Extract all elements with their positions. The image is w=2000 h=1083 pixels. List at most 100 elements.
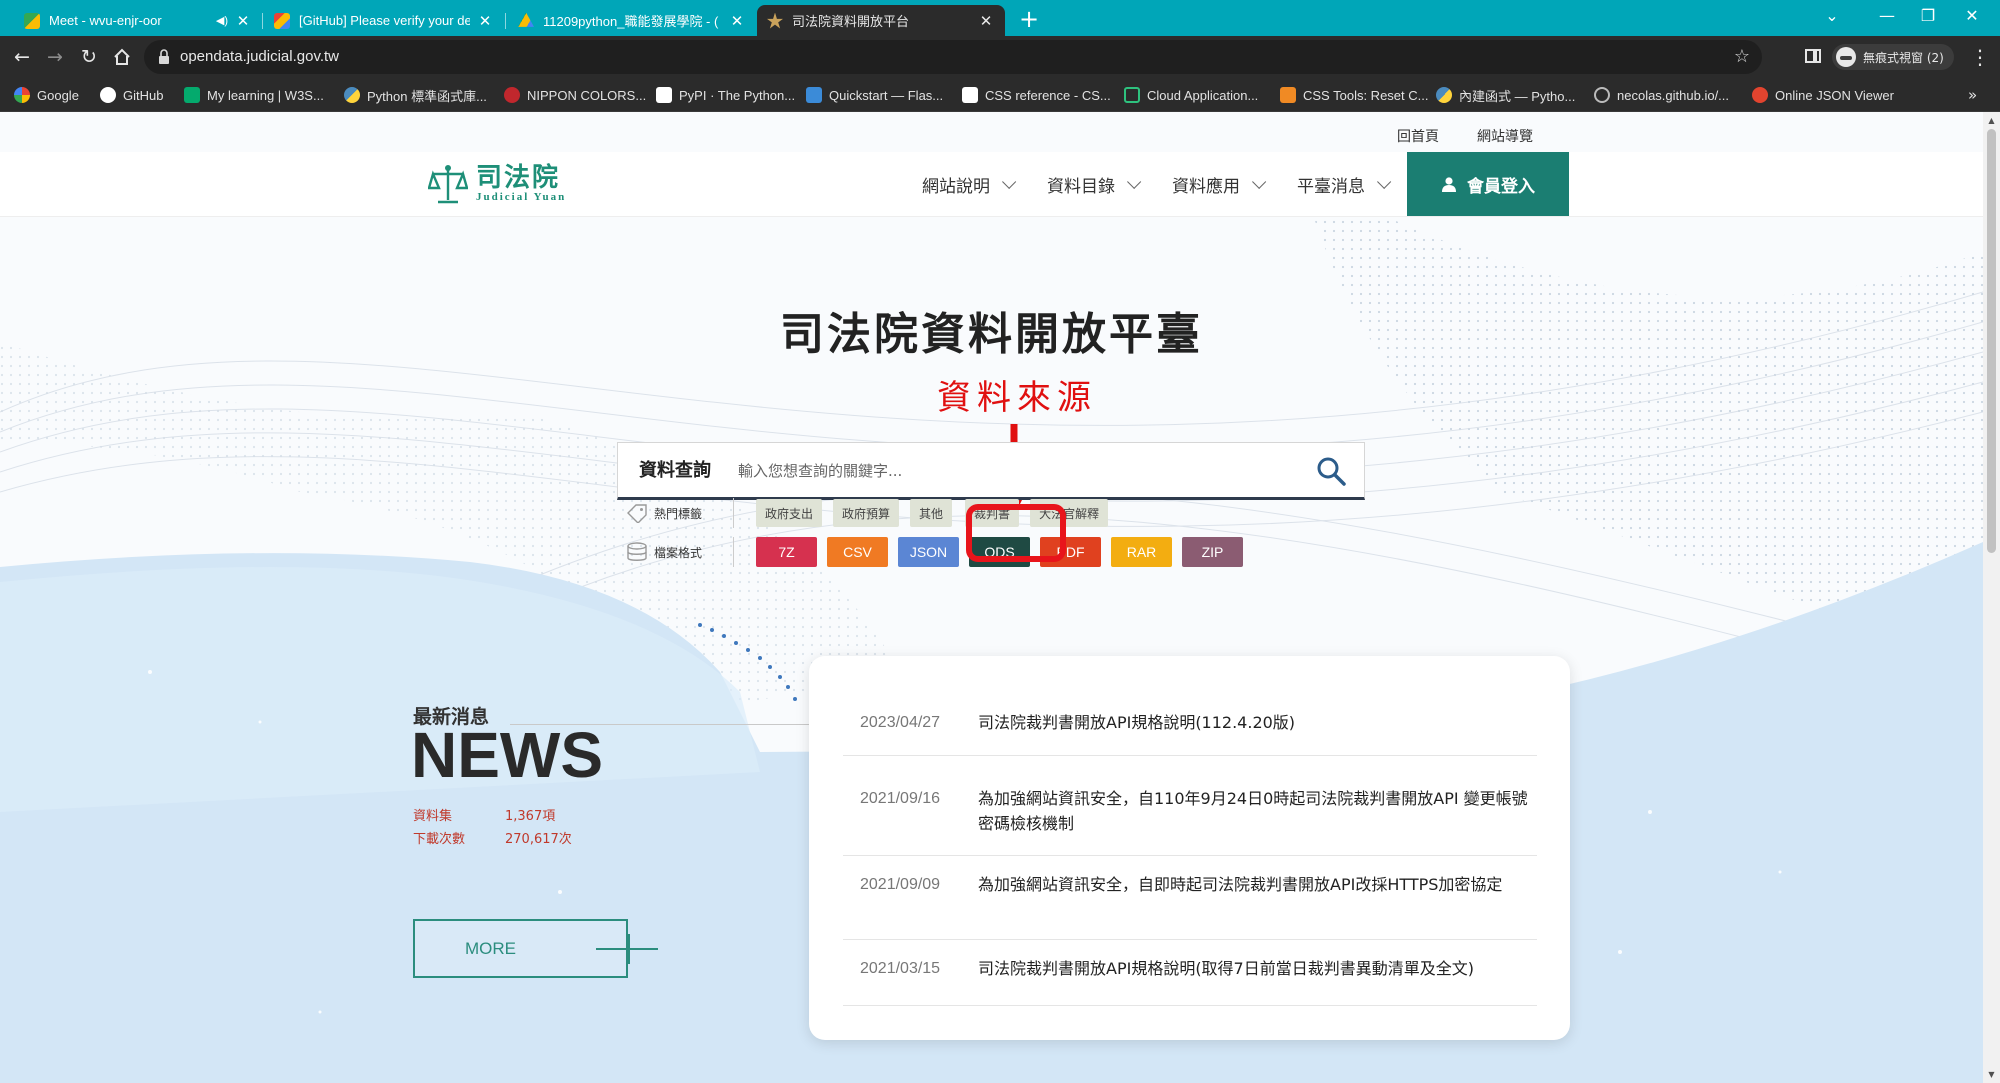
nav-site-info[interactable]: 網站說明 [922, 172, 1017, 197]
format-zip[interactable]: ZIP [1182, 537, 1243, 567]
browser-tab-python[interactable]: 11209python_職能發展學院 - ( ✕ [508, 5, 756, 36]
chevron-down-icon [1127, 174, 1142, 189]
bookmark-css-tools[interactable]: CSS Tools: Reset C... [1280, 78, 1428, 112]
home-icon[interactable] [108, 43, 136, 71]
bookmark-label: CSS Tools: Reset C... [1303, 87, 1429, 103]
scroll-up-icon[interactable]: ▲ [1983, 112, 2000, 129]
news-title[interactable]: 司法院裁判書開放API規格說明(112.4.20版) [978, 710, 1295, 735]
close-window-button[interactable]: ✕ [1957, 2, 1987, 30]
home-link[interactable]: 回首頁 [1397, 126, 1439, 146]
tab-search-icon[interactable]: ⌄ [1817, 2, 1847, 30]
css-tools-icon [1280, 87, 1296, 103]
tab-title: [GitHub] Please verify your de [299, 13, 470, 28]
news-list-card: 2023/04/27 司法院裁判書開放API規格說明(112.4.20版) 20… [809, 656, 1570, 1040]
bookmarks-overflow-icon[interactable]: » [1968, 78, 1977, 112]
close-tab-icon[interactable]: ✕ [234, 12, 252, 30]
sitemap-link[interactable]: 網站導覽 [1477, 126, 1533, 146]
member-login-button[interactable]: 會員登入 [1407, 152, 1569, 216]
news-title[interactable]: 為加強網站資訊安全，自即時起司法院裁判書開放API改採HTTPS加密協定 [978, 872, 1502, 939]
news-item[interactable]: 2023/04/27 司法院裁判書開放API規格說明(112.4.20版) [843, 690, 1537, 756]
bookmark-star-icon[interactable]: ☆ [1734, 40, 1750, 74]
search-input[interactable] [738, 455, 1258, 487]
restore-button[interactable]: ❐ [1913, 2, 1943, 30]
scroll-down-icon[interactable]: ▼ [1983, 1066, 2000, 1083]
news-item[interactable]: 2021/09/16 為加強網站資訊安全，自110年9月24日0時起司法院裁判書… [843, 772, 1537, 856]
bookmark-necolas[interactable]: necolas.github.io/... [1594, 78, 1729, 112]
page-viewport: 回首頁 網站導覽 司法院 Judicial Yuan 網站說明 資料目錄 資料應… [0, 112, 1983, 1083]
bookmark-google[interactable]: Google [14, 78, 79, 112]
close-tab-icon[interactable]: ✕ [728, 12, 746, 30]
news-item[interactable]: 2021/09/09 為加強網站資訊安全，自即時起司法院裁判書開放API改採HT… [843, 856, 1537, 940]
close-tab-icon[interactable]: ✕ [977, 12, 995, 30]
close-tab-icon[interactable]: ✕ [476, 12, 494, 30]
side-panel-icon[interactable] [1805, 49, 1821, 63]
browser-menu-icon[interactable]: ⋮ [1970, 44, 1990, 70]
tab-divider [505, 13, 506, 29]
chevron-down-icon [1252, 174, 1267, 189]
browser-tab-judicial[interactable]: 司法院資料開放平台 ✕ [757, 5, 1005, 36]
news-title[interactable]: 為加強網站資訊安全，自110年9月24日0時起司法院裁判書開放API 變更帳號密… [978, 786, 1537, 855]
back-arrow-icon[interactable]: ← [8, 43, 36, 71]
format-json[interactable]: JSON [898, 537, 959, 567]
format-csv[interactable]: CSV [827, 537, 888, 567]
login-label: 會員登入 [1467, 176, 1535, 197]
browser-tab-strip: Meet - wvu-enjr-oor ◀) ✕ [GitHub] Please… [0, 0, 2000, 36]
reload-icon[interactable]: ↻ [75, 43, 103, 71]
main-navigation: 網站說明 資料目錄 資料應用 平臺消息 [922, 152, 1422, 216]
new-tab-button[interactable]: + [1016, 7, 1042, 33]
bookmark-github[interactable]: GitHub [100, 78, 163, 112]
annotation-label: 資料來源 [937, 378, 1097, 418]
json-viewer-icon [1752, 87, 1768, 103]
bookmark-pypi[interactable]: PyPI · The Python... [656, 78, 795, 112]
chevron-down-icon [1002, 174, 1017, 189]
format-rar[interactable]: RAR [1111, 537, 1172, 567]
python-icon [1436, 87, 1452, 103]
nav-data-apps[interactable]: 資料應用 [1172, 172, 1267, 197]
nav-label: 資料目錄 [1047, 176, 1115, 197]
bookmark-json-viewer[interactable]: Online JSON Viewer [1752, 78, 1894, 112]
address-bar[interactable]: opendata.judicial.gov.tw ☆ [144, 40, 1762, 74]
utility-links: 回首頁 網站導覽 [1397, 126, 1533, 146]
bookmark-nippon-colors[interactable]: NIPPON COLORS... [504, 78, 646, 112]
bookmark-label: Google [37, 87, 79, 103]
scrollbar-thumb[interactable] [1987, 129, 1996, 553]
nav-platform-news[interactable]: 平臺消息 [1297, 172, 1392, 197]
bookmark-cloud-application[interactable]: Cloud Application... [1124, 78, 1258, 112]
forward-arrow-icon[interactable]: → [41, 43, 69, 71]
tag-other[interactable]: 其他 [910, 499, 953, 527]
file-formats-label-group: 檔案格式 [626, 537, 734, 567]
bookmarks-bar: Google GitHub My learning | W3S... Pytho… [0, 78, 2000, 112]
news-date: 2021/09/16 [860, 790, 941, 807]
annotation-highlight-box [966, 504, 1066, 562]
mdn-icon [962, 87, 978, 103]
tag-icon [627, 504, 647, 523]
nav-data-catalog[interactable]: 資料目錄 [1047, 172, 1142, 197]
bookmark-css-reference[interactable]: CSS reference - CS... [962, 78, 1111, 112]
browser-tab-github[interactable]: [GitHub] Please verify your de ✕ [264, 5, 504, 36]
tab-divider [262, 13, 263, 29]
stat-label: 下載次數 [413, 832, 466, 847]
bookmark-w3schools[interactable]: My learning | W3S... [184, 78, 324, 112]
site-logo[interactable]: 司法院 Judicial Yuan [428, 162, 566, 206]
format-7z[interactable]: 7Z [756, 537, 817, 567]
nav-label: 資料應用 [1172, 176, 1240, 197]
tag-gov-budget[interactable]: 政府預算 [833, 499, 900, 527]
stat-value: 1,367項 [505, 809, 556, 824]
minimize-button[interactable]: — [1872, 2, 1902, 30]
bookmark-python-stdlib[interactable]: Python 標準函式庫... [344, 78, 487, 112]
bookmark-flask[interactable]: Quickstart — Flas... [806, 78, 943, 112]
stat-datasets: 資料集 1,367項 [413, 805, 555, 824]
hot-tags-label-group: 熱門標籤 [626, 498, 734, 528]
news-title[interactable]: 司法院裁判書開放API規格說明(取得7日前當日裁判書異動清單及全文) [978, 956, 1474, 1005]
speaker-icon[interactable]: ◀) [216, 14, 228, 27]
bookmark-label: NIPPON COLORS... [527, 87, 647, 103]
incognito-indicator[interactable]: 無痕式視窗 (2) [1832, 44, 1954, 70]
bookmark-python-builtins[interactable]: 內建函式 — Pytho... [1436, 78, 1575, 112]
browser-tab-meet[interactable]: Meet - wvu-enjr-oor ◀) ✕ [14, 5, 262, 36]
tab-title: Meet - wvu-enjr-oor [49, 13, 162, 28]
news-item[interactable]: 2021/03/15 司法院裁判書開放API規格說明(取得7日前當日裁判書異動清… [843, 940, 1537, 1006]
gmail-favicon-icon [274, 12, 290, 29]
tag-gov-expenditure[interactable]: 政府支出 [756, 499, 823, 527]
search-icon[interactable] [1316, 456, 1346, 486]
page-scrollbar[interactable]: ▲ ▼ [1983, 112, 2000, 1083]
